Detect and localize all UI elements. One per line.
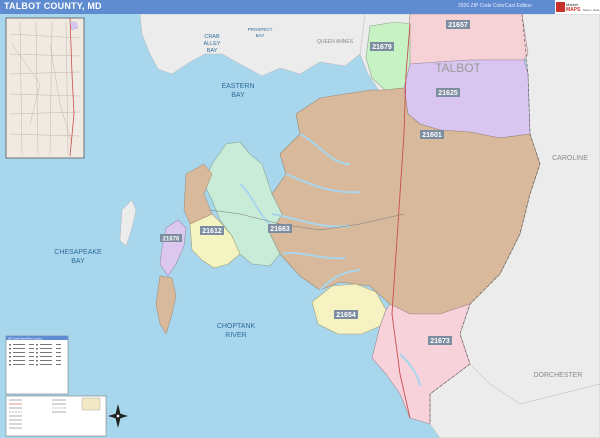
zip-label-21663: 21663 [270, 226, 290, 233]
map-area[interactable]: ZIP Code Index/Post Location CRAB ALLEY … [0, 14, 600, 438]
label-eastern-bay: BAY [231, 92, 245, 99]
publisher-logo: Market MAPS Maps • Data [555, 0, 600, 14]
label-choptank: CHOPTANK [217, 323, 256, 330]
map-title: TALBOT COUNTY, MD [4, 1, 102, 11]
zip-label-21679: 21679 [372, 44, 392, 51]
label-prospect-bay: BAY [256, 33, 265, 38]
label-caroline: CAROLINE [552, 155, 588, 162]
label-queen-annes: QUEEN ANNES [317, 39, 354, 45]
label-crab: CRAB [204, 34, 220, 40]
title-bar: TALBOT COUNTY, MD 2026 ZIP Code ColorCas… [0, 0, 600, 14]
zip-label-21612: 21612 [202, 228, 222, 235]
label-chesapeake-bay: BAY [71, 258, 85, 265]
label-talbot: TALBOT [435, 61, 481, 75]
zip-label-21654: 21654 [336, 312, 356, 319]
legend-box: ZIP Code Index/Post Location [5, 335, 69, 395]
zip-label-21676: 21676 [163, 237, 180, 243]
label-alley: ALLEY [203, 41, 220, 47]
map-key [5, 395, 107, 437]
label-bay-crab: BAY [207, 48, 218, 54]
zip-label-21601: 21601 [422, 132, 442, 139]
svg-text:MAPS: MAPS [566, 7, 581, 13]
label-dorchester: DORCHESTER [533, 372, 582, 379]
label-eastern: EASTERN [221, 83, 254, 90]
zip-label-21657: 21657 [448, 22, 468, 29]
label-choptank-river: RIVER [225, 332, 246, 339]
inset-map[interactable] [5, 17, 85, 159]
zip-label-21625: 21625 [438, 90, 458, 97]
edition-label: 2026 ZIP Code ColorCast Edition [458, 3, 532, 9]
zip-label-21673: 21673 [430, 338, 450, 345]
svg-text:Maps • Data: Maps • Data [583, 8, 600, 12]
label-prospect: PROSPECT [248, 27, 273, 32]
svg-text:ZIP Code Index/Post Location: ZIP Code Index/Post Location [8, 336, 43, 340]
label-chesapeake: CHESAPEAKE [54, 249, 102, 256]
